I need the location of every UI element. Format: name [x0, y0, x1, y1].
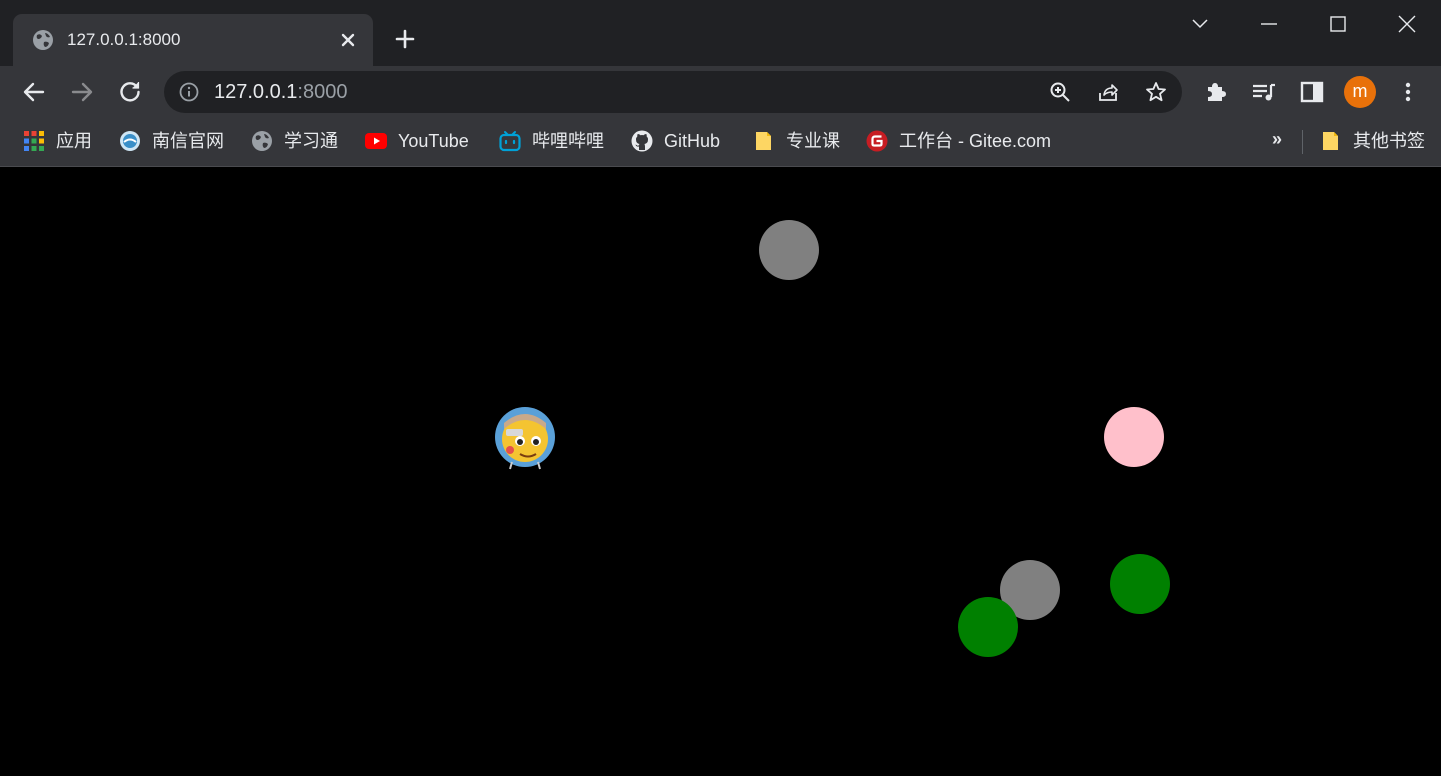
- game-ball: [759, 220, 819, 280]
- kebab-menu-icon[interactable]: [1394, 78, 1422, 106]
- bookmarks-overflow-button[interactable]: »: [1272, 129, 1282, 150]
- bookmark-nuist[interactable]: 南信官网: [119, 128, 224, 154]
- gitee-icon: [866, 130, 888, 152]
- plus-icon[interactable]: [393, 27, 417, 51]
- bilibili-icon: [499, 131, 521, 152]
- bookmark-other-bookmarks[interactable]: 其他书签: [1320, 128, 1425, 154]
- tab-strip: 127.0.0.1:8000: [0, 0, 1441, 66]
- folder-icon: [756, 132, 771, 150]
- reading-list-icon[interactable]: [1250, 78, 1278, 106]
- tab-title: 127.0.0.1:8000: [67, 30, 181, 49]
- back-icon[interactable]: [20, 78, 48, 106]
- tab-search-icon[interactable]: [1188, 12, 1212, 36]
- browser-tab[interactable]: 127.0.0.1:8000: [13, 14, 373, 66]
- bookmarks-divider: [1302, 130, 1303, 154]
- apps-grid-icon: [24, 131, 44, 151]
- game-canvas[interactable]: [0, 167, 1441, 776]
- bookmark-label: 哔哩哔哩: [532, 131, 604, 151]
- bookmark-professional-courses[interactable]: 专业课: [753, 128, 840, 154]
- globe-icon: [252, 131, 272, 151]
- bookmark-gitee[interactable]: 工作台 - Gitee.com: [866, 128, 1051, 154]
- minimize-icon[interactable]: [1257, 12, 1281, 36]
- share-icon[interactable]: [1096, 80, 1120, 104]
- bookmarks-bar: 应用 南信官网 学习通 YouTube 哔哩哔哩 GitHub 专业课 工作台 …: [0, 118, 1441, 167]
- profile-avatar[interactable]: m: [1344, 76, 1376, 108]
- bookmark-bilibili[interactable]: 哔哩哔哩: [499, 128, 604, 154]
- bookmark-label: GitHub: [664, 131, 721, 151]
- bookmark-github[interactable]: GitHub: [631, 128, 720, 154]
- folder-icon: [1323, 132, 1338, 150]
- bookmark-label: YouTube: [398, 131, 469, 151]
- bookmark-label: 其他书签: [1353, 131, 1425, 151]
- forward-icon[interactable]: [68, 78, 96, 106]
- bookmark-apps[interactable]: 应用: [23, 128, 92, 154]
- player-avatar-icon: [495, 407, 555, 470]
- youtube-icon: [365, 133, 387, 149]
- side-panel-icon[interactable]: [1298, 78, 1326, 106]
- info-icon[interactable]: [178, 81, 200, 103]
- address-bar[interactable]: 127.0.0.1:8000: [164, 71, 1182, 113]
- bookmark-label: 专业课: [786, 131, 840, 151]
- bookmark-label: 工作台 - Gitee.com: [899, 131, 1052, 151]
- game-ball: [1104, 407, 1164, 467]
- game-ball: [1110, 554, 1170, 614]
- star-icon[interactable]: [1144, 80, 1168, 104]
- game-scene: [495, 220, 1170, 657]
- github-icon: [631, 130, 653, 152]
- bookmark-xuexitong[interactable]: 学习通: [251, 128, 338, 154]
- bookmark-label: 学习通: [284, 131, 338, 151]
- close-tab-icon[interactable]: [337, 29, 359, 51]
- reload-icon[interactable]: [116, 78, 144, 106]
- globe-icon: [33, 30, 53, 50]
- address-url[interactable]: 127.0.0.1:8000: [214, 81, 347, 103]
- bookmark-label: 南信官网: [152, 131, 224, 151]
- browser-toolbar: 127.0.0.1:8000 m: [0, 66, 1441, 118]
- maximize-icon[interactable]: [1326, 12, 1350, 36]
- url-host: 127.0.0.1: [214, 81, 298, 103]
- zoom-icon[interactable]: [1048, 80, 1072, 104]
- close-icon[interactable]: [1395, 12, 1419, 36]
- bookmark-label: 应用: [56, 131, 92, 151]
- nuist-logo-icon: [120, 131, 140, 151]
- url-port: :8000: [297, 81, 348, 103]
- bookmark-youtube[interactable]: YouTube: [365, 128, 469, 154]
- puzzle-icon[interactable]: [1202, 78, 1230, 106]
- game-ball: [958, 597, 1018, 657]
